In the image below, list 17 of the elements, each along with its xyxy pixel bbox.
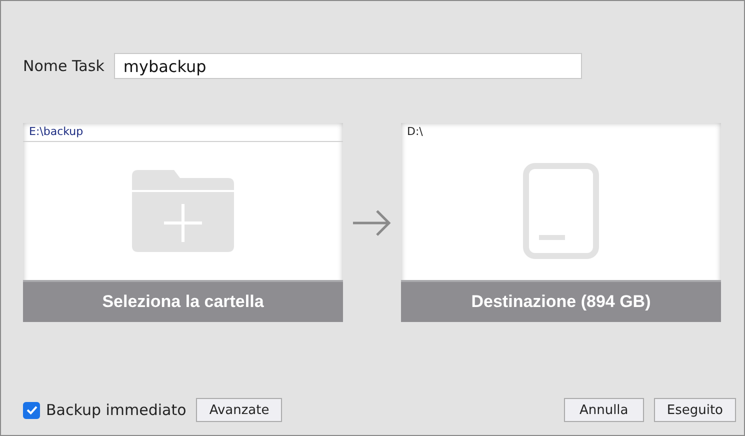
card-caption: Seleziona la cartella bbox=[23, 280, 343, 322]
path-label: D:\ bbox=[406, 124, 424, 140]
card-caption: Destinazione (894 GB) bbox=[401, 280, 721, 322]
ok-button[interactable]: Eseguito bbox=[654, 398, 736, 422]
path-label: E:\backup bbox=[23, 123, 343, 142]
source-card[interactable]: E:\backup Seleziona la cartella bbox=[23, 123, 343, 322]
cancel-button[interactable]: Annulla bbox=[564, 398, 644, 422]
checkmark-icon bbox=[24, 403, 38, 417]
advanced-button[interactable]: Avanzate bbox=[196, 398, 282, 422]
drive-icon bbox=[523, 163, 599, 259]
arrow-icon bbox=[352, 208, 392, 238]
folder-add-icon bbox=[132, 170, 234, 252]
task-name-label: Nome Task bbox=[23, 57, 104, 75]
checkbox-label: Backup immediato bbox=[46, 401, 186, 419]
destination-card[interactable]: D:\ Destinazione (894 GB) bbox=[401, 123, 721, 322]
checkbox[interactable] bbox=[23, 402, 40, 418]
task-name-field[interactable]: mybackup bbox=[114, 53, 582, 79]
